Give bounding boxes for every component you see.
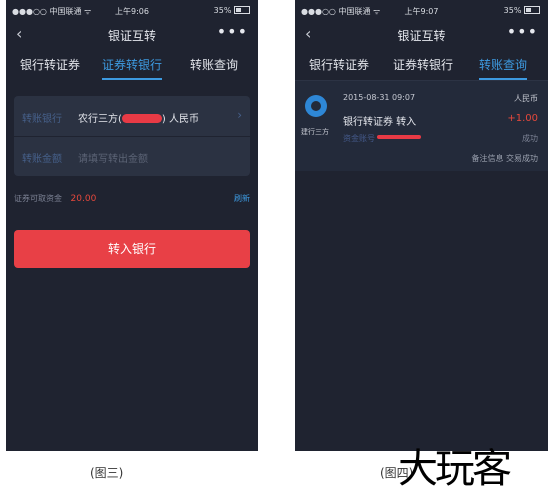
record-account-label: 资金账号 <box>343 134 375 143</box>
battery-indicator: 35% <box>504 6 540 15</box>
record-account: 资金账号 <box>343 133 421 144</box>
status-bar: ●●●○○ 中国联通 ᯤ 上午9:06 35% <box>6 0 258 22</box>
bank-label: 转账银行 <box>22 114 62 125</box>
bank-value-suffix: ) 人民币 <box>161 114 199 125</box>
record-note: 备注信息 交易成功 <box>471 154 538 163</box>
tab-bar: 银行转证券 证券转银行 转账查询 <box>6 48 258 80</box>
tab-bar: 银行转证券 证券转银行 转账查询 <box>295 48 548 80</box>
bank-logo-label: 建行三方 <box>301 128 329 136</box>
record-status: 成功 <box>522 134 538 143</box>
bank-value-prefix: 农行三方( <box>78 114 122 125</box>
amount-row[interactable]: 转账金额 请填写转出金额 <box>14 136 250 176</box>
watermark: 大玩客 <box>398 446 512 492</box>
tab-transfer-query[interactable]: 转账查询 <box>479 56 528 80</box>
available-label: 证券可取资金 <box>14 194 62 203</box>
more-icon[interactable]: ••• <box>507 22 538 41</box>
phone-screen-transfer-query: ●●●○○ 中国联通 ᯤ 上午9:07 35% ‹ 银证互转 ••• 银行转证券… <box>295 0 548 451</box>
redaction-mark <box>377 135 421 139</box>
bank-value: 农行三方( ) 人民币 <box>78 110 199 125</box>
battery-percent: 35% <box>503 6 522 15</box>
redaction-mark <box>121 114 162 123</box>
status-bar: ●●●○○ 中国联通 ᯤ 上午9:07 35% <box>295 0 548 22</box>
amount-input[interactable]: 请填写转出金额 <box>78 150 148 165</box>
bank-select-row[interactable]: 转账银行 农行三方( ) 人民币 › <box>14 96 250 136</box>
record-type: 银行转证券 转入 <box>343 117 417 128</box>
bank-logo-icon <box>305 95 327 117</box>
nav-bar: ‹ 银证互转 ••• <box>295 22 548 48</box>
battery-icon <box>524 6 540 14</box>
tab-bank-to-securities[interactable]: 银行转证券 <box>20 56 80 73</box>
refresh-button[interactable]: 刷新 <box>234 193 250 204</box>
phone-screen-transfer-out: ●●●○○ 中国联通 ᯤ 上午9:06 35% ‹ 银证互转 ••• 银行转证券… <box>6 0 258 451</box>
tab-bank-to-securities[interactable]: 银行转证券 <box>309 56 369 73</box>
tab-transfer-query[interactable]: 转账查询 <box>190 56 238 73</box>
battery-icon <box>234 6 250 14</box>
available-funds: 证券可取资金 20.00 <box>14 193 96 204</box>
caption-figure-3: (图三) <box>90 466 124 480</box>
record-datetime: 2015-08-31 09:07 <box>343 93 416 102</box>
transfer-form: 转账银行 农行三方( ) 人民币 › 转账金额 请填写转出金额 <box>14 96 250 176</box>
record-currency: 人民币 <box>514 94 538 103</box>
record-amount: +1.00 <box>507 113 538 124</box>
tab-securities-to-bank[interactable]: 证券转银行 <box>102 56 163 80</box>
battery-percent: 35% <box>213 6 232 15</box>
nav-bar: ‹ 银证互转 ••• <box>6 22 258 48</box>
battery-indicator: 35% <box>214 6 250 15</box>
tab-securities-to-bank[interactable]: 证券转银行 <box>393 56 453 73</box>
chevron-right-icon: › <box>237 108 242 122</box>
transfer-record[interactable]: 建行三方 2015-08-31 09:07 人民币 银行转证券 转入 +1.00… <box>295 80 548 171</box>
more-icon[interactable]: ••• <box>217 22 248 41</box>
transfer-to-bank-button[interactable]: 转入银行 <box>14 230 250 268</box>
amount-label: 转账金额 <box>22 154 62 165</box>
available-amount: 20.00 <box>70 194 97 204</box>
